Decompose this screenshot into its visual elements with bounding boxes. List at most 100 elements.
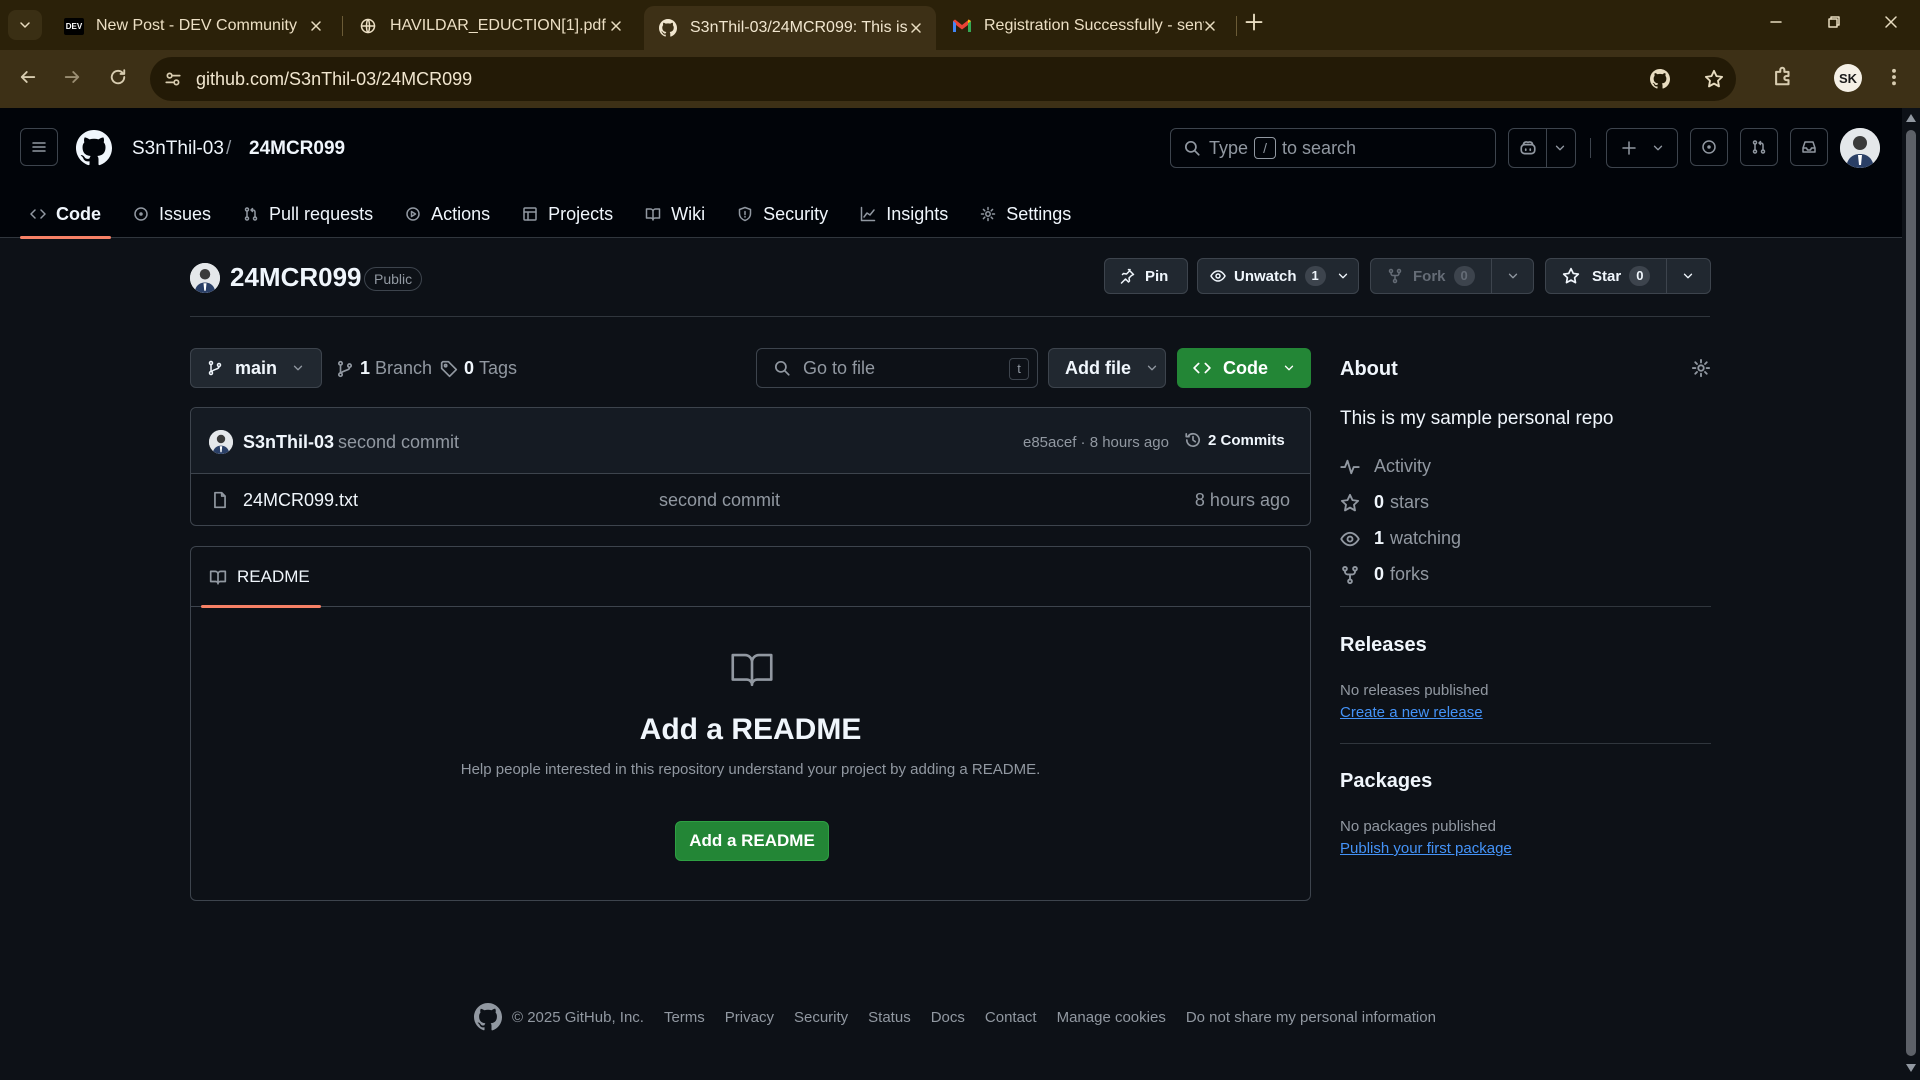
tab-readme[interactable]: README (201, 547, 321, 608)
more-vert-icon[interactable] (1884, 67, 1904, 87)
breadcrumb-owner[interactable]: S3nThil-03 (132, 138, 224, 160)
go-to-file-input[interactable]: Go to file t (756, 348, 1038, 388)
restore-icon[interactable] (1826, 14, 1842, 30)
menu-button[interactable] (20, 128, 58, 166)
branch-selector[interactable]: main (190, 348, 322, 388)
create-release-link[interactable]: Create a new release (1340, 704, 1483, 721)
tab-settings[interactable]: Settings (970, 190, 1081, 238)
github-logo-icon[interactable] (76, 130, 112, 166)
branch-count: 1 (360, 358, 371, 378)
footer-link-terms[interactable]: Terms (664, 1009, 705, 1026)
fork-button[interactable]: Fork 0 (1370, 258, 1534, 294)
commits-link[interactable]: 2 Commits (1184, 431, 1285, 449)
create-new-button[interactable] (1606, 128, 1678, 168)
tab-security[interactable]: Security (727, 190, 838, 238)
book-icon (731, 653, 773, 687)
branches-link[interactable]: 1 Branch (336, 358, 432, 379)
add-readme-button[interactable]: Add a README (675, 821, 829, 861)
watching-link[interactable]: 1 watching (1340, 528, 1461, 549)
tags-link[interactable]: 0 Tags (440, 358, 517, 379)
tab-issues[interactable]: Issues (123, 190, 221, 238)
repo-owner-avatar[interactable] (190, 263, 220, 293)
commit-message[interactable]: second commit (338, 432, 459, 453)
forward-icon[interactable] (62, 67, 82, 87)
commit-author-avatar[interactable] (209, 430, 233, 454)
github-logo-icon[interactable] (474, 1003, 502, 1031)
tab-insights[interactable]: Insights (850, 190, 958, 238)
scroll-thumb[interactable] (1906, 130, 1916, 1056)
stars-link[interactable]: 0 stars (1340, 492, 1429, 513)
back-icon[interactable] (18, 67, 38, 87)
reload-icon[interactable] (108, 67, 128, 87)
global-search-input[interactable]: Type / to search (1170, 128, 1496, 168)
copilot-icon (1520, 141, 1536, 155)
close-icon[interactable] (308, 18, 324, 34)
releases-empty-text: No releases published (1340, 682, 1489, 699)
scroll-up-arrow[interactable] (1906, 114, 1916, 122)
scroll-down-arrow[interactable] (1906, 1064, 1916, 1072)
footer-copyright: © 2025 GitHub, Inc. (512, 1008, 644, 1026)
footer-link-do-not-share[interactable]: Do not share my personal information (1186, 1009, 1436, 1026)
code-button[interactable]: Code (1177, 348, 1311, 388)
chevron-down-icon[interactable] (1681, 269, 1695, 283)
footer-link-security[interactable]: Security (794, 1009, 848, 1026)
plus-icon (1622, 141, 1636, 155)
activity-link[interactable]: Activity (1340, 456, 1431, 477)
extensions-icon[interactable] (1772, 65, 1794, 87)
browser-profile-avatar[interactable]: SK (1834, 64, 1862, 92)
close-icon[interactable] (1202, 18, 1218, 34)
gear-icon[interactable] (1691, 358, 1711, 378)
copilot-button[interactable] (1508, 128, 1576, 168)
user-avatar[interactable] (1840, 128, 1880, 168)
tab-wiki[interactable]: Wiki (635, 190, 715, 238)
chevron-down-icon[interactable] (1506, 269, 1520, 283)
commit-author[interactable]: S3nThil-03 (243, 432, 334, 453)
file-name[interactable]: 24MCR099.txt (243, 490, 358, 511)
commit-sha-time[interactable]: e85acef · 8 hours ago (1023, 434, 1169, 451)
tab-projects[interactable]: Projects (512, 190, 623, 238)
packages-heading[interactable]: Packages (1340, 770, 1432, 793)
branch-name: main (235, 357, 278, 378)
page-scrollbar[interactable] (1902, 108, 1920, 1080)
site-info-icon[interactable] (164, 70, 182, 88)
header-divider (1590, 138, 1591, 158)
tab-pull-requests[interactable]: Pull requests (233, 190, 383, 238)
close-icon[interactable] (908, 20, 924, 36)
browser-tab-dev[interactable]: DEV New Post - DEV Community (50, 6, 336, 46)
repo-title[interactable]: 24MCR099 (230, 262, 362, 293)
footer-link-privacy[interactable]: Privacy (725, 1009, 774, 1026)
address-bar[interactable]: github.com/S3nThil-03/24MCR099 (150, 57, 1736, 101)
gear-icon (980, 206, 996, 222)
tab-search-button[interactable] (8, 10, 42, 40)
add-file-button[interactable]: Add file (1048, 348, 1166, 388)
tab-title: Registration Successfully - sent by (984, 17, 1204, 34)
footer-link-contact[interactable]: Contact (985, 1009, 1037, 1026)
github-icon[interactable] (1650, 69, 1670, 89)
releases-heading[interactable]: Releases (1340, 634, 1427, 657)
tab-actions[interactable]: Actions (395, 190, 500, 238)
close-icon[interactable] (608, 18, 624, 34)
pull-requests-button[interactable] (1740, 128, 1778, 166)
chevron-down-icon[interactable] (1336, 269, 1350, 283)
watch-button[interactable]: Unwatch 1 (1197, 258, 1359, 294)
bookmark-star-icon[interactable] (1704, 69, 1724, 89)
publish-package-link[interactable]: Publish your first package (1340, 840, 1512, 857)
minimize-icon[interactable] (1768, 14, 1784, 30)
tab-code[interactable]: Code (20, 190, 111, 239)
star-button[interactable]: Star 0 (1545, 258, 1711, 294)
file-commit-message[interactable]: second commit (659, 490, 780, 511)
footer-link-docs[interactable]: Docs (931, 1009, 965, 1026)
new-tab-icon[interactable] (1244, 12, 1264, 32)
issues-button[interactable] (1690, 128, 1728, 166)
browser-tab-pdf[interactable]: HAVILDAR_EDUCTION[1].pdf (344, 6, 636, 46)
pin-button[interactable]: Pin (1104, 258, 1188, 294)
browser-tab-github[interactable]: S3nThil-03/24MCR099: This is my sample p… (644, 6, 936, 50)
forks-link[interactable]: 0 forks (1340, 564, 1429, 585)
footer-link-manage-cookies[interactable]: Manage cookies (1057, 1009, 1166, 1026)
table-row[interactable]: 24MCR099.txt second commit 8 hours ago (191, 474, 1310, 526)
footer-link-status[interactable]: Status (868, 1009, 911, 1026)
window-close-icon[interactable] (1883, 14, 1899, 30)
breadcrumb-repo[interactable]: 24MCR099 (249, 138, 345, 160)
browser-tab-gmail[interactable]: Registration Successfully - sent by (938, 6, 1230, 46)
inbox-button[interactable] (1790, 128, 1828, 166)
